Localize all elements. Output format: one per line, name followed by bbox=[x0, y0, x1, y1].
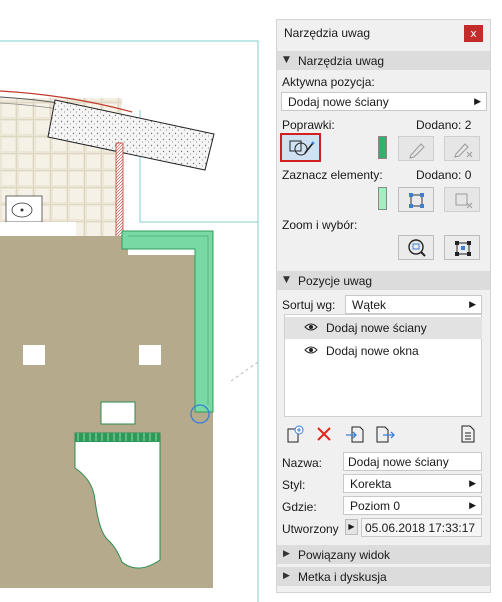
select-color-swatch[interactable] bbox=[378, 187, 387, 210]
pencil-remove-icon bbox=[454, 143, 473, 158]
sort-by-dropdown[interactable]: Wątek ▶ bbox=[345, 295, 482, 314]
dropdown-arrow-icon: ▶ bbox=[469, 300, 476, 310]
pencil-icon bbox=[409, 143, 425, 159]
name-value: Dodaj nowe ściany bbox=[348, 455, 449, 469]
dropdown-arrow-icon: ▶ bbox=[469, 501, 476, 511]
triangle-right-icon: ▶ bbox=[283, 571, 290, 581]
section-tag-discussion-title: Metka i dyskusja bbox=[298, 570, 387, 584]
created-expand-button[interactable]: ▶ bbox=[345, 519, 358, 535]
list-item-label: Dodaj nowe okna bbox=[326, 344, 419, 358]
correction-tool-icon bbox=[289, 140, 315, 156]
style-value: Korekta bbox=[350, 477, 392, 491]
style-dropdown[interactable]: Korekta ▶ bbox=[343, 474, 482, 493]
zoom-select-label: Zoom i wybór: bbox=[282, 218, 358, 232]
select-in-view-button[interactable] bbox=[444, 235, 480, 260]
sort-by-value: Wątek bbox=[352, 298, 387, 312]
name-label: Nazwa: bbox=[282, 456, 323, 470]
zoom-button[interactable] bbox=[398, 235, 434, 260]
created-field: 05.06.2018 17:33:17 bbox=[361, 518, 482, 537]
where-label: Gdzie: bbox=[282, 500, 317, 514]
corrections-count: Dodano: 2 bbox=[416, 118, 472, 132]
created-label: Utworzony bbox=[282, 522, 339, 536]
corrections-label: Poprawki: bbox=[282, 118, 335, 132]
section-markup-entries[interactable]: ▼ Pozycje uwag bbox=[277, 271, 490, 290]
sort-by-label: Sortuj wg: bbox=[282, 298, 336, 312]
add-correction-button[interactable] bbox=[280, 133, 321, 162]
markup-entries-list[interactable]: Dodaj nowe ściany Dodaj nowe okna bbox=[284, 314, 482, 417]
deselect-elements-icon bbox=[455, 193, 473, 209]
list-item[interactable]: Dodaj nowe ściany bbox=[285, 317, 482, 339]
name-field[interactable]: Dodaj nowe ściany bbox=[343, 452, 482, 471]
zoom-icon bbox=[408, 239, 426, 257]
triangle-right-icon: ▶ bbox=[283, 549, 290, 559]
edit-correction-button[interactable] bbox=[398, 136, 434, 161]
eye-icon[interactable] bbox=[304, 344, 318, 356]
delete-entry-button[interactable] bbox=[313, 423, 335, 445]
select-elements-icon bbox=[409, 193, 424, 208]
dropdown-arrow-icon: ▶ bbox=[469, 479, 476, 489]
export-button[interactable] bbox=[374, 423, 396, 445]
close-button[interactable]: x bbox=[464, 25, 483, 42]
export-icon bbox=[376, 426, 395, 443]
report-button[interactable] bbox=[457, 423, 479, 445]
created-value: 05.06.2018 17:33:17 bbox=[365, 521, 476, 535]
list-item-label: Dodaj nowe ściany bbox=[326, 321, 427, 335]
section-markup-tools-title: Narzędzia uwag bbox=[298, 54, 385, 68]
delete-icon bbox=[317, 427, 331, 441]
remove-correction-button[interactable] bbox=[444, 136, 480, 161]
triangle-down-icon: ▼ bbox=[283, 275, 290, 285]
remove-elements-button[interactable] bbox=[444, 187, 480, 212]
active-entry-label: Aktywna pozycja: bbox=[282, 75, 375, 89]
plan-canvas[interactable] bbox=[0, 0, 270, 602]
import-button[interactable] bbox=[344, 423, 366, 445]
palette-title: Narzędzia uwag bbox=[284, 26, 371, 40]
section-linked-view[interactable]: ▶ Powiązany widok bbox=[277, 545, 490, 564]
add-elements-button[interactable] bbox=[398, 187, 434, 212]
active-entry-value: Dodaj nowe ściany bbox=[288, 95, 389, 109]
where-dropdown[interactable]: Poziom 0 ▶ bbox=[343, 496, 482, 515]
select-nodes-icon bbox=[455, 241, 471, 256]
floor-plan-drawing[interactable] bbox=[0, 0, 270, 602]
import-icon bbox=[346, 426, 364, 443]
section-markup-entries-title: Pozycje uwag bbox=[298, 274, 373, 288]
section-linked-view-title: Powiązany widok bbox=[298, 548, 391, 562]
select-elements-label: Zaznacz elementy: bbox=[282, 168, 383, 182]
style-label: Styl: bbox=[282, 478, 306, 492]
section-tag-discussion[interactable]: ▶ Metka i dyskusja bbox=[277, 567, 490, 586]
triangle-down-icon: ▼ bbox=[283, 55, 290, 65]
select-elements-count: Dodano: 0 bbox=[416, 168, 472, 182]
section-markup-tools[interactable]: ▼ Narzędzia uwag bbox=[277, 51, 490, 70]
new-entry-button[interactable] bbox=[284, 423, 306, 445]
list-item[interactable]: Dodaj nowe okna bbox=[285, 340, 482, 362]
new-entry-icon bbox=[287, 425, 304, 443]
eye-icon[interactable] bbox=[304, 321, 318, 333]
corrections-color-swatch[interactable] bbox=[378, 136, 387, 159]
dropdown-arrow-icon: ▶ bbox=[474, 97, 481, 107]
document-icon bbox=[461, 425, 475, 443]
markup-tools-palette: Narzędzia uwag x ▼ Narzędzia uwag Aktywn… bbox=[270, 0, 502, 602]
active-entry-dropdown[interactable]: Dodaj nowe ściany ▶ bbox=[281, 92, 487, 111]
where-value: Poziom 0 bbox=[350, 499, 401, 513]
